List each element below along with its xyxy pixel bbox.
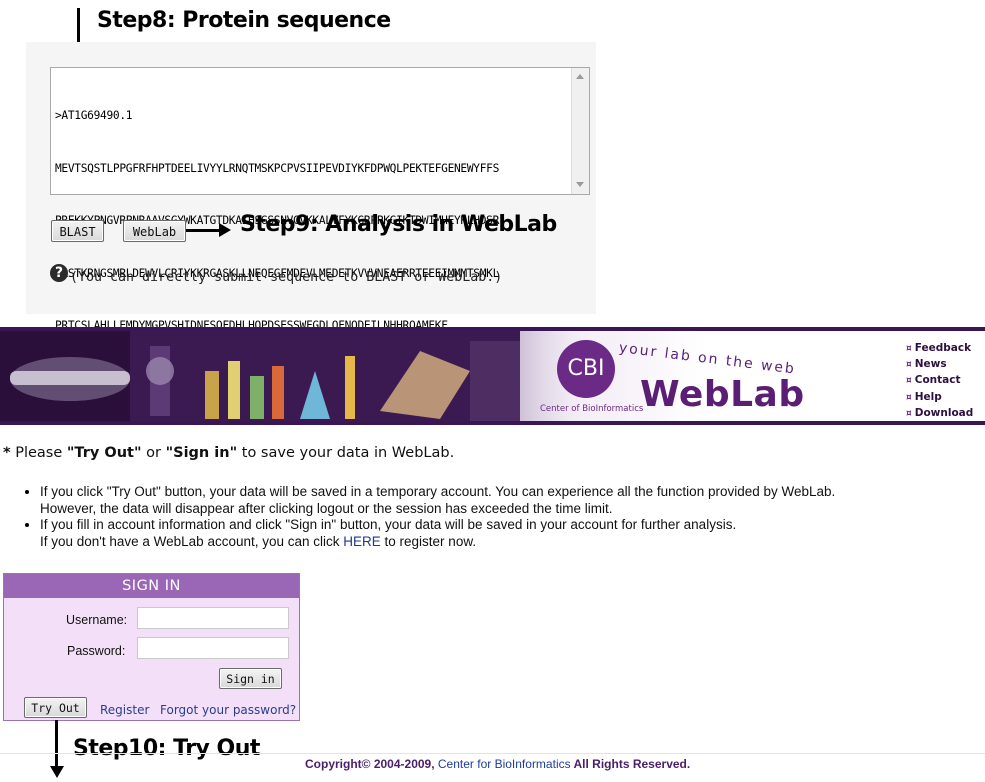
blast-button[interactable]: BLAST (51, 220, 104, 242)
cbi-footer-link[interactable]: Center for BioInformatics (438, 757, 571, 771)
signin-panel: SIGN IN Username: Password: Sign in Try … (3, 573, 300, 721)
copyright-footer: Copyright© 2004-2009, Center for BioInfo… (305, 757, 691, 771)
step9-arrow-head (219, 223, 231, 237)
step9-arrow-line (186, 229, 220, 232)
news-link[interactable]: ¤ News (906, 357, 973, 373)
save-notice: * Please "Try Out" or "Sign in" to save … (3, 445, 455, 461)
sign-in-button[interactable]: Sign in (219, 668, 282, 689)
bullet-icon: ¤ (906, 392, 912, 403)
sequence-scrollbar[interactable] (571, 68, 589, 194)
step10-arrow-line (55, 720, 58, 768)
bullet-dot (25, 490, 29, 494)
list-item: If you fill in account information and c… (24, 517, 835, 550)
bullet-icon: ¤ (906, 344, 912, 354)
notice-try-out: "Try Out" (66, 445, 142, 461)
register-here-link[interactable]: HERE (343, 534, 381, 549)
question-icon: ? (50, 264, 68, 282)
step10-label: Step10: Try Out (73, 736, 260, 761)
download-link[interactable]: ¤ Download (906, 406, 973, 422)
help-link[interactable]: ¤ Help (906, 390, 973, 406)
sequence-textarea[interactable]: >AT1G69490.1 MEVTSQSTLPPGFRFHPTDEELIVYYL… (50, 67, 590, 332)
step10-arrow-head (50, 766, 64, 778)
sequence-line: >AT1G69490.1 (55, 109, 133, 122)
password-field[interactable] (137, 637, 289, 659)
banner-links: ¤ Feedback ¤ News ¤ Contact ¤ Help ¤ Download (906, 341, 973, 422)
info-list: If you click "Try Out" button, your data… (24, 484, 835, 550)
weblab-button[interactable]: WebLab (123, 220, 186, 242)
forgot-password-link[interactable]: Forgot your password? (160, 703, 296, 717)
bullet-icon: ¤ (906, 408, 912, 419)
bullet-icon: ¤ (906, 360, 912, 371)
password-label: Password: (67, 644, 126, 658)
username-label: Username: (66, 613, 128, 627)
notice-star: * (3, 445, 11, 461)
bullet-icon: ¤ (906, 376, 912, 387)
contact-link[interactable]: ¤ Contact (906, 373, 973, 389)
weblab-logo-title: WebLab (640, 374, 805, 415)
submit-note: (You can directly submit sequence to BLA… (70, 270, 503, 285)
footer-divider (0, 753, 985, 754)
step8-label: Step8: Protein sequence (97, 8, 391, 33)
scroll-up-icon[interactable] (576, 74, 584, 79)
try-out-button[interactable]: Try Out (24, 697, 87, 718)
cbi-logo: CBI (557, 340, 615, 398)
scroll-down-icon[interactable] (576, 182, 584, 187)
banner-lab-image (0, 331, 520, 421)
center-of-bioinformatics-text: Center of BioInformatics (540, 404, 644, 414)
username-field[interactable] (137, 607, 289, 629)
signin-header: SIGN IN (4, 574, 299, 598)
register-link[interactable]: Register (100, 703, 149, 717)
step9-label: Step9: Analysis in WebLab (240, 212, 557, 237)
bullet-dot (25, 523, 29, 527)
list-item: If you click "Try Out" button, your data… (24, 484, 835, 517)
sequence-line: MEVTSQSTLPPGFRFHPTDEELIVYYLRNQTMSKPCPVSI… (55, 161, 500, 175)
feedback-link[interactable]: ¤ Feedback (906, 341, 973, 357)
notice-sign-in: "Sign in" (165, 445, 238, 461)
